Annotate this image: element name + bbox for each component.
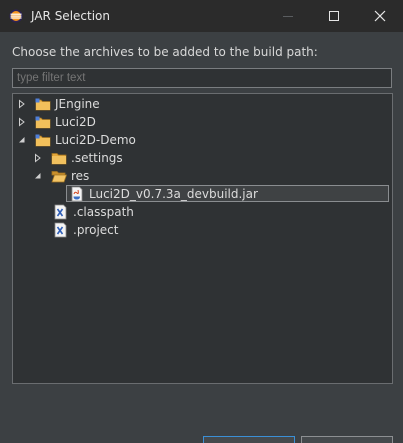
- tree-item-label: Luci2D: [55, 115, 96, 129]
- cancel-button[interactable]: [301, 436, 393, 443]
- minimize-button[interactable]: [265, 0, 311, 32]
- expand-arrow-icon[interactable]: [33, 153, 43, 163]
- tree-item-classpath[interactable]: .classpath: [13, 203, 392, 221]
- tree-item-luci2d-demo[interactable]: Luci2D-Demo: [13, 131, 392, 149]
- tree-item-label: JEngine: [55, 97, 100, 111]
- expand-arrow-icon[interactable]: [17, 99, 27, 109]
- tree-item-label: Luci2D_v0.7.3a_devbuild.jar: [89, 187, 258, 201]
- folder-icon: [51, 153, 67, 165]
- tree-item-res[interactable]: res: [13, 167, 392, 185]
- collapse-arrow-icon[interactable]: [17, 135, 27, 145]
- tree-item-project[interactable]: .project: [13, 221, 392, 239]
- eclipse-icon: [9, 9, 23, 23]
- tree-item-label: Luci2D-Demo: [55, 133, 136, 147]
- tree-item-luci2d[interactable]: Luci2D: [13, 113, 392, 131]
- tree-item-jengine[interactable]: JEngine: [13, 95, 392, 113]
- tree-item-settings[interactable]: .settings: [13, 149, 392, 167]
- tree-item-label: .settings: [71, 151, 123, 165]
- maximize-button[interactable]: [311, 0, 357, 32]
- xml-file-icon: [54, 222, 67, 238]
- dialog-prompt: Choose the archives to be added to the b…: [12, 45, 318, 59]
- expand-arrow-icon[interactable]: [17, 117, 27, 127]
- project-folder-icon: [35, 98, 51, 111]
- tree-item-label: .classpath: [73, 205, 134, 219]
- collapse-arrow-icon[interactable]: [33, 171, 43, 181]
- window-title: JAR Selection: [31, 9, 110, 23]
- tree-item-label: .project: [73, 223, 119, 237]
- project-folder-icon: [35, 134, 51, 147]
- jar-selection-dialog: JAR Selection Choose the archives to be …: [0, 0, 403, 443]
- archive-tree[interactable]: JEngine Luci2D Luci2D-Demo .settings res…: [12, 93, 393, 384]
- xml-file-icon: [54, 204, 67, 220]
- jar-file-icon: [71, 186, 83, 202]
- minimize-icon: [283, 16, 293, 17]
- filter-input[interactable]: [12, 68, 392, 88]
- title-bar[interactable]: JAR Selection: [0, 0, 403, 32]
- ok-button[interactable]: [203, 436, 295, 443]
- project-folder-icon: [35, 116, 51, 129]
- tree-item-label: res: [71, 169, 90, 183]
- tree-item-jar[interactable]: Luci2D_v0.7.3a_devbuild.jar: [13, 185, 392, 203]
- close-icon: [374, 10, 386, 22]
- open-folder-icon: [51, 171, 67, 183]
- maximize-icon: [329, 11, 339, 21]
- close-button[interactable]: [357, 0, 403, 32]
